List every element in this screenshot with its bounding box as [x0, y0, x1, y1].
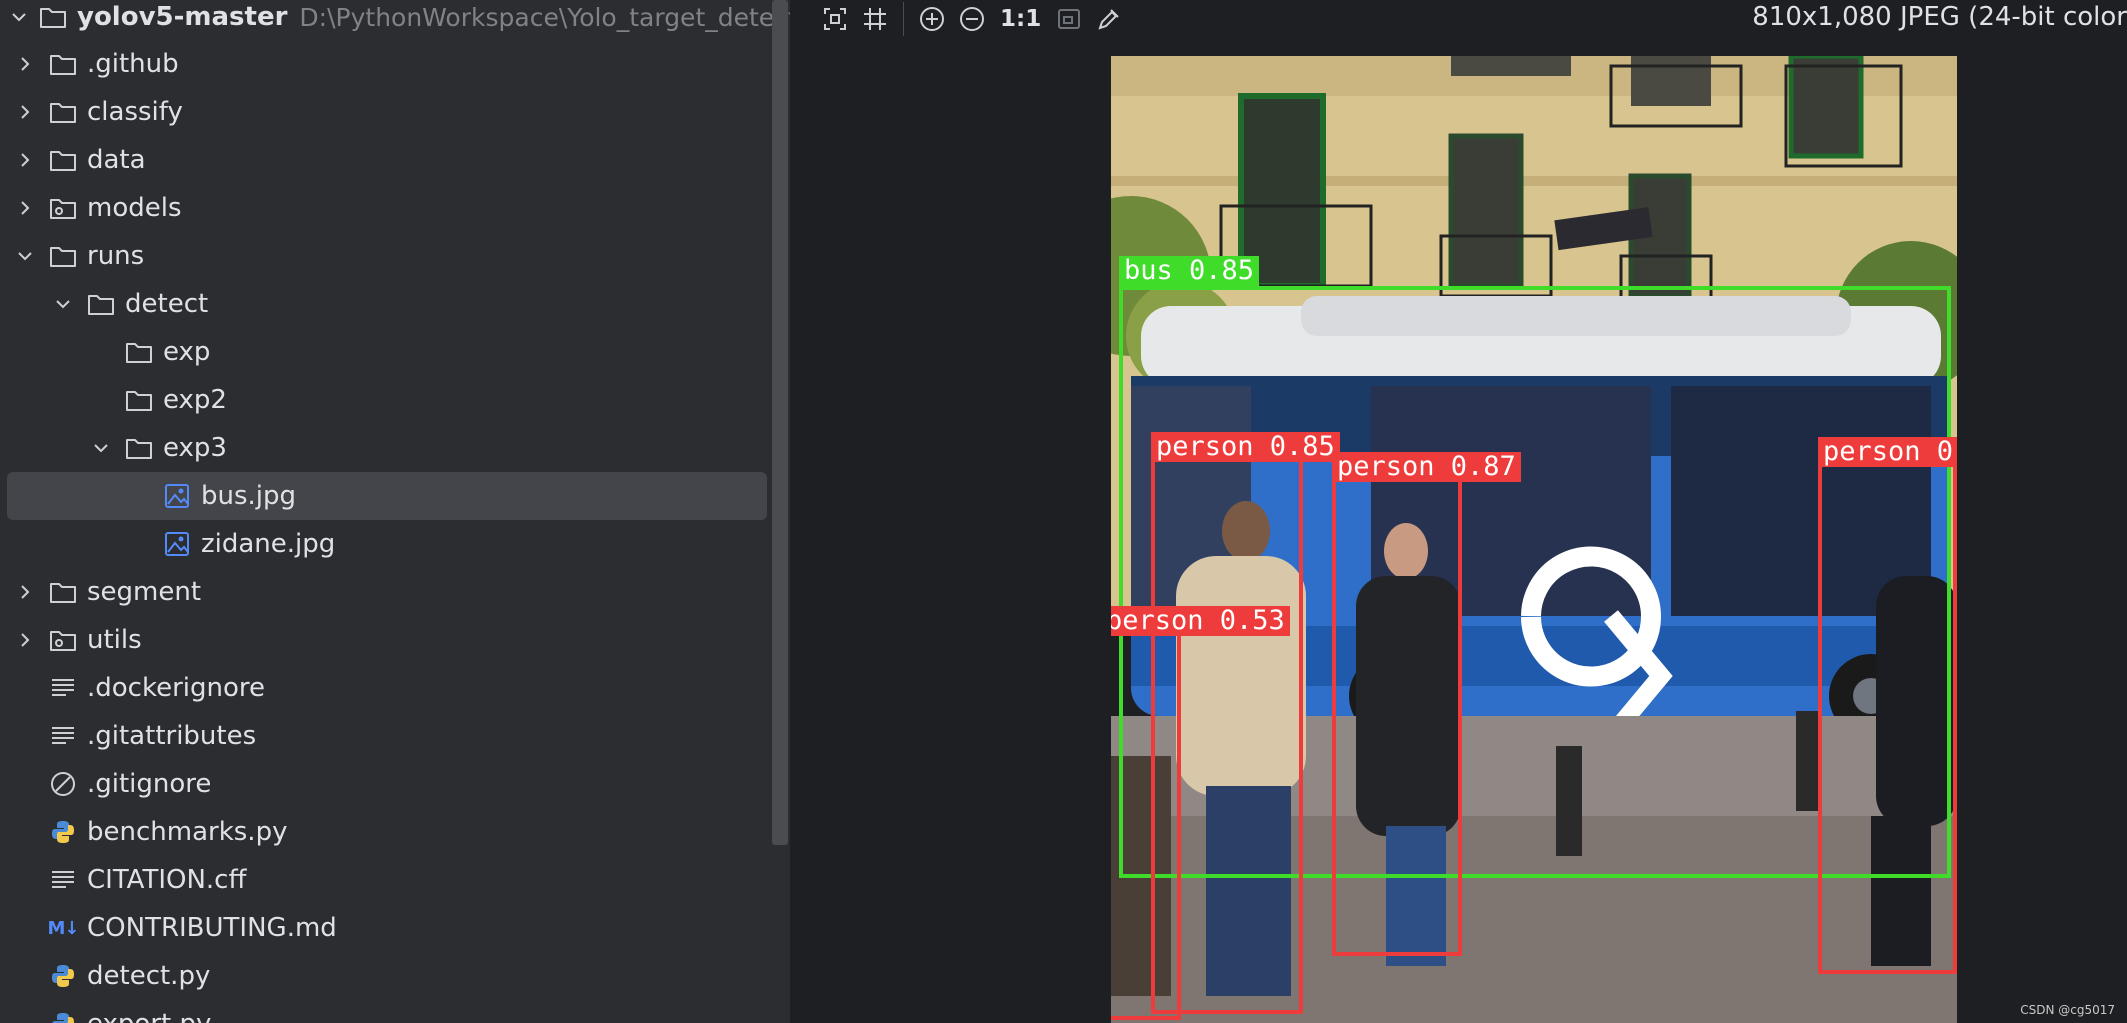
fit-window-icon[interactable]: [1049, 0, 1089, 38]
chevron-right-icon[interactable]: [12, 51, 38, 77]
detection-label-person: person 0.85: [1151, 432, 1340, 462]
tree-scrollbar[interactable]: [772, 0, 788, 845]
detection-label-person: person 0.87: [1332, 452, 1521, 482]
grid-icon[interactable]: [855, 0, 895, 38]
tree-item-label: exp2: [163, 385, 227, 415]
detection-result-image: bus 0.85 person 0.85 person 0.87 person 0 pe…: [1111, 56, 1957, 1023]
image-viewer: 1:1 810x1,080 JPEG (24-bit color bus 0.8…: [790, 0, 2127, 1023]
tree-item-label: .github: [87, 49, 179, 79]
tree-item-exp[interactable]: exp: [0, 328, 790, 376]
tree-item-gitattributes[interactable]: .gitattributes: [0, 712, 790, 760]
color-picker-icon[interactable]: [1089, 0, 1129, 38]
folder-icon: [38, 2, 68, 32]
python-file-icon: [48, 1009, 78, 1023]
markdown-file-icon: M↓: [47, 917, 80, 939]
python-file-icon: [48, 817, 78, 847]
tree-item-bus-jpg[interactable]: bus.jpg: [0, 472, 790, 520]
chevron-down-icon[interactable]: [10, 4, 28, 30]
chevron-down-icon[interactable]: [12, 243, 38, 269]
project-tree: yolov5-master D:\PythonWorkspace\Yolo_ta…: [0, 0, 790, 1023]
tree-item-label: utils: [87, 625, 142, 655]
detection-label-person: person 0: [1818, 437, 1957, 467]
actual-size-button[interactable]: 1:1: [992, 6, 1049, 32]
folder-icon: [86, 289, 116, 319]
tree-item-classify[interactable]: classify: [0, 88, 790, 136]
python-file-icon: [48, 961, 78, 991]
tree-item-exp3[interactable]: exp3: [0, 424, 790, 472]
project-root-name: yolov5-master: [77, 2, 288, 32]
tree-item-label: .dockerignore: [87, 673, 266, 703]
chevron-right-icon[interactable]: [12, 579, 38, 605]
ignore-file-icon: [48, 769, 78, 799]
tree-item-label: benchmarks.py: [87, 817, 288, 847]
detection-label-bus: bus 0.85: [1119, 256, 1260, 286]
folder-icon: [48, 97, 78, 127]
folder-icon: [48, 577, 78, 607]
detection-box-person: [1818, 441, 1957, 974]
tree-item-label: models: [87, 193, 182, 223]
tree-root-yolov5-master[interactable]: yolov5-master D:\PythonWorkspace\Yolo_ta…: [0, 0, 790, 41]
tree-item-label: detect: [125, 289, 209, 319]
folder-icon: [48, 145, 78, 175]
package-folder-icon: [48, 193, 78, 223]
tree-item-label: segment: [87, 577, 202, 607]
folder-icon: [124, 433, 154, 463]
chevron-right-icon[interactable]: [12, 627, 38, 653]
detection-box-person: [1111, 610, 1181, 1020]
detection-label-person: person 0.53: [1111, 606, 1290, 636]
tree-item-label: runs: [87, 241, 145, 271]
tree-item-citation-cff[interactable]: CITATION.cff: [0, 856, 790, 904]
tree-item-segment[interactable]: segment: [0, 568, 790, 616]
tree-item-label: bus.jpg: [201, 481, 297, 511]
watermark: CSDN @cg5017: [2020, 1003, 2115, 1017]
tree-item-label: CONTRIBUTING.md: [87, 913, 337, 943]
tree-item-dockerignore[interactable]: .dockerignore: [0, 664, 790, 712]
tree-item-zidane-jpg[interactable]: zidane.jpg: [0, 520, 790, 568]
project-root-path: D:\PythonWorkspace\Yolo_target_detect: [299, 2, 790, 32]
text-file-icon: [48, 721, 78, 751]
zoom-out-icon[interactable]: [952, 0, 992, 38]
fit-screen-icon[interactable]: [815, 0, 855, 38]
detection-box-person: [1332, 456, 1462, 956]
chevron-right-icon[interactable]: [12, 195, 38, 221]
tree-item-utils[interactable]: utils: [0, 616, 790, 664]
text-file-icon: [48, 673, 78, 703]
tree-item-data[interactable]: data: [0, 136, 790, 184]
tree-item-label: exp: [163, 337, 211, 367]
folder-icon: [124, 385, 154, 415]
tree-item-contributing-md[interactable]: M↓ CONTRIBUTING.md: [0, 904, 790, 952]
tree-item-models[interactable]: models: [0, 184, 790, 232]
tree-item-runs[interactable]: runs: [0, 232, 790, 280]
tree-item-exp2[interactable]: exp2: [0, 376, 790, 424]
chevron-right-icon[interactable]: [12, 99, 38, 125]
tree-item-label: export.py: [87, 1009, 211, 1023]
tree-item-gitignore[interactable]: .gitignore: [0, 760, 790, 808]
tree-item-label: .gitattributes: [87, 721, 257, 751]
tree-item-export-py[interactable]: export.py: [0, 1000, 790, 1023]
folder-icon: [124, 337, 154, 367]
tree-item-detect[interactable]: detect: [0, 280, 790, 328]
image-file-icon: [162, 529, 192, 559]
tree-item-label: exp3: [163, 433, 227, 463]
zoom-in-icon[interactable]: [912, 0, 952, 38]
folder-icon: [48, 241, 78, 271]
chevron-down-icon[interactable]: [50, 291, 76, 317]
text-file-icon: [48, 865, 78, 895]
image-file-icon: [162, 481, 192, 511]
chevron-right-icon[interactable]: [12, 147, 38, 173]
tree-item-detect-py[interactable]: detect.py: [0, 952, 790, 1000]
tree-item-label: classify: [87, 97, 183, 127]
tree-item-label: zidane.jpg: [201, 529, 336, 559]
tree-item-label: .gitignore: [87, 769, 212, 799]
package-folder-icon: [48, 625, 78, 655]
folder-icon: [48, 49, 78, 79]
image-info: 810x1,080 JPEG (24-bit color: [1752, 2, 2127, 32]
tree-item-label: data: [87, 145, 146, 175]
tree-item-label: CITATION.cff: [87, 865, 247, 895]
toolbar-separator: [903, 2, 904, 36]
tree-item-github[interactable]: .github: [0, 40, 790, 88]
tree-item-label: detect.py: [87, 961, 211, 991]
chevron-down-icon[interactable]: [88, 435, 114, 461]
tree-item-benchmarks-py[interactable]: benchmarks.py: [0, 808, 790, 856]
